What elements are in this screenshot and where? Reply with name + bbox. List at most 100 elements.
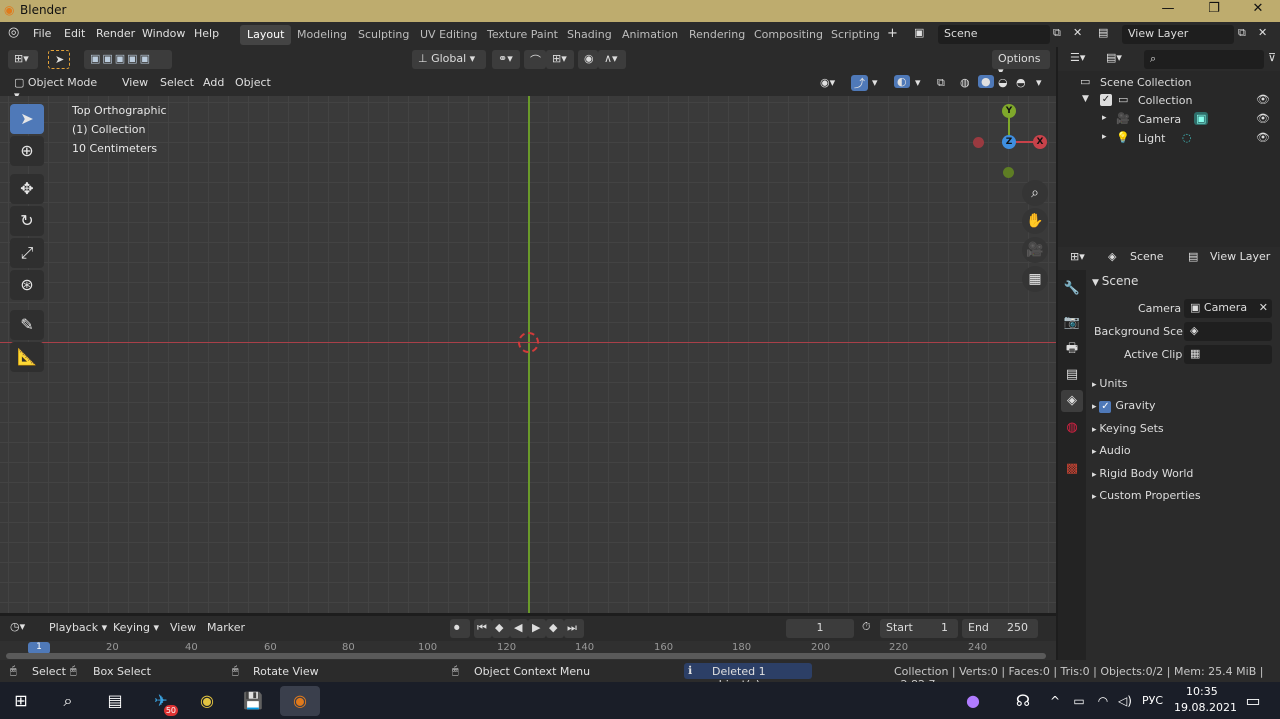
- delete-view-layer-icon[interactable]: ✕: [1258, 26, 1267, 39]
- view-layer-browse-icon[interactable]: ▤: [1098, 26, 1108, 39]
- minimize-button[interactable]: —: [1148, 1, 1188, 21]
- clock-time[interactable]: 10:35: [1186, 685, 1218, 698]
- next-keyframe-button[interactable]: ◆: [546, 619, 564, 638]
- options-dropdown[interactable]: Options ▾: [992, 50, 1050, 78]
- tab-shading[interactable]: Shading: [560, 25, 619, 45]
- outliner-search-input[interactable]: ⌕: [1144, 50, 1264, 69]
- gravity-panel[interactable]: ▸ ✓ Gravity: [1092, 399, 1156, 413]
- end-frame-field[interactable]: End 250: [962, 619, 1038, 638]
- orthographic-toggle-icon[interactable]: ▦: [1022, 266, 1048, 292]
- add-workspace-icon[interactable]: +: [887, 26, 898, 41]
- gizmo-toggle-icon[interactable]: ⤴: [851, 75, 868, 91]
- outliner-row-scene-collection[interactable]: ▭ Scene Collection: [1058, 73, 1280, 92]
- menu-add[interactable]: Add: [203, 76, 224, 89]
- move-tool[interactable]: ✥: [10, 174, 44, 204]
- menu-edit[interactable]: Edit: [64, 27, 85, 40]
- gizmo-y-icon[interactable]: Y: [1002, 104, 1016, 118]
- render-tab-icon[interactable]: 📷: [1061, 312, 1083, 334]
- tab-sculpting[interactable]: Sculpting: [351, 25, 416, 45]
- overlay-dropdown-icon[interactable]: ▾: [915, 76, 921, 89]
- menu-select[interactable]: Select: [160, 76, 194, 89]
- telegram-icon[interactable]: ✈ 50: [146, 686, 178, 716]
- active-clip-field[interactable]: ▦: [1184, 345, 1272, 364]
- delete-scene-icon[interactable]: ✕: [1073, 26, 1082, 39]
- volume-icon[interactable]: ◁): [1110, 686, 1140, 716]
- tab-texture-paint[interactable]: Texture Paint: [480, 25, 565, 45]
- jump-start-button[interactable]: ⏮: [474, 619, 492, 638]
- menu-object[interactable]: Object: [235, 76, 271, 89]
- transform-tool[interactable]: ⊛: [10, 270, 44, 300]
- file-app-icon[interactable]: ▤: [100, 686, 130, 716]
- outliner-row-collection[interactable]: ▼ ✓ ▭ Collection 👁: [1058, 91, 1280, 110]
- xray-toggle-icon[interactable]: ⧉: [937, 76, 945, 90]
- collection-checkbox[interactable]: ✓: [1100, 94, 1112, 106]
- new-view-layer-icon[interactable]: ⧉: [1238, 26, 1246, 40]
- shading-solid-icon[interactable]: ●: [978, 75, 994, 88]
- zoom-icon[interactable]: ⌕: [1022, 180, 1048, 206]
- filter-icon[interactable]: ⊽: [1268, 51, 1276, 64]
- gravity-checkbox[interactable]: ✓: [1099, 401, 1112, 413]
- 3d-cursor-icon[interactable]: [518, 332, 539, 353]
- new-scene-icon[interactable]: ⧉: [1053, 26, 1061, 40]
- search-icon[interactable]: ⌕: [53, 686, 83, 716]
- shading-material-icon[interactable]: ◒: [998, 76, 1008, 89]
- report-message[interactable]: ℹ Deleted 1 object(s): [684, 663, 812, 691]
- expand-arrow-icon[interactable]: ▸: [1102, 132, 1107, 142]
- keying-sets-panel[interactable]: ▸ Keying Sets: [1092, 422, 1164, 435]
- tab-uv-editing[interactable]: UV Editing: [413, 25, 484, 45]
- texture-tab-icon[interactable]: ▩: [1061, 458, 1083, 480]
- expand-arrow-icon[interactable]: ▼: [1082, 94, 1089, 104]
- tab-rendering[interactable]: Rendering: [682, 25, 752, 45]
- chrome-icon[interactable]: ◉: [192, 686, 222, 716]
- tab-layout[interactable]: Layout: [240, 25, 292, 45]
- menu-render[interactable]: Render: [96, 27, 135, 40]
- select-box-tool[interactable]: ➤: [10, 104, 44, 134]
- expand-arrow-icon[interactable]: ▸: [1102, 113, 1107, 123]
- properties-scene-label[interactable]: Scene: [1130, 250, 1164, 263]
- outliner-row-light[interactable]: ▸ 💡 Light ◌ 👁: [1058, 129, 1280, 148]
- tool-tab-icon[interactable]: 🔧: [1061, 278, 1083, 300]
- tab-modeling[interactable]: Modeling: [290, 25, 354, 45]
- menu-marker[interactable]: Marker: [207, 621, 245, 634]
- tab-animation[interactable]: Animation: [615, 25, 685, 45]
- menu-file[interactable]: File: [33, 27, 51, 40]
- menu-window[interactable]: Window: [142, 27, 185, 40]
- audio-panel[interactable]: ▸ Audio: [1092, 444, 1131, 457]
- blender-taskbar-icon[interactable]: ◉: [280, 686, 320, 716]
- notifications-icon[interactable]: ▭: [1238, 686, 1268, 716]
- object-mode-dropdown[interactable]: ▢ Object Mode ▾: [8, 74, 112, 102]
- scene-tab-icon[interactable]: ◈: [1061, 390, 1083, 412]
- shading-rendered-icon[interactable]: ◓: [1016, 76, 1026, 89]
- start-frame-field[interactable]: Start 1: [880, 619, 958, 638]
- save-app-icon[interactable]: 💾: [238, 686, 268, 716]
- visibility-icon[interactable]: ◉▾: [820, 76, 835, 89]
- annotate-tool[interactable]: ✎: [10, 310, 44, 340]
- preview-range-icon[interactable]: ⏱: [862, 620, 871, 634]
- 3d-viewport[interactable]: Top Orthographic (1) Collection 10 Centi…: [0, 96, 1056, 613]
- menu-timeline-view[interactable]: View: [170, 621, 196, 634]
- navigation-gizmo[interactable]: Y Z X: [968, 102, 1052, 186]
- prev-keyframe-button[interactable]: ◆: [492, 619, 510, 638]
- view-layer-field[interactable]: View Layer: [1122, 25, 1234, 44]
- timeline-scrollbar[interactable]: [6, 653, 1046, 659]
- assistant-icon[interactable]: ●: [958, 686, 988, 716]
- eye-icon[interactable]: 👁: [1256, 93, 1270, 106]
- camera-field[interactable]: ▣ Camera ✕: [1184, 299, 1272, 318]
- properties-editor-type-icon[interactable]: ⊞▾: [1070, 250, 1085, 263]
- editor-type-button[interactable]: ⊞▾: [8, 50, 38, 69]
- eye-icon[interactable]: 👁: [1256, 112, 1270, 125]
- custom-properties-panel[interactable]: ▸ Custom Properties: [1092, 489, 1201, 502]
- camera-view-icon[interactable]: 🎥: [1022, 237, 1048, 263]
- overlay-toggle-icon[interactable]: ◐: [894, 75, 910, 88]
- background-scene-field[interactable]: ◈: [1184, 322, 1272, 341]
- menu-keying[interactable]: Keying ▾: [113, 621, 159, 634]
- select-mode-buttons[interactable]: ▣▣▣▣▣: [84, 50, 172, 69]
- shading-wireframe-icon[interactable]: ◍: [960, 76, 970, 89]
- properties-view-layer-label[interactable]: View Layer: [1210, 250, 1270, 263]
- current-frame-field[interactable]: 1: [786, 619, 854, 638]
- record-button[interactable]: ⏺: [450, 619, 470, 638]
- menu-help[interactable]: Help: [194, 27, 219, 40]
- measure-tool[interactable]: 📐: [10, 342, 44, 372]
- menu-playback[interactable]: Playback ▾: [49, 621, 107, 634]
- light-data-icon[interactable]: ◌: [1182, 131, 1192, 144]
